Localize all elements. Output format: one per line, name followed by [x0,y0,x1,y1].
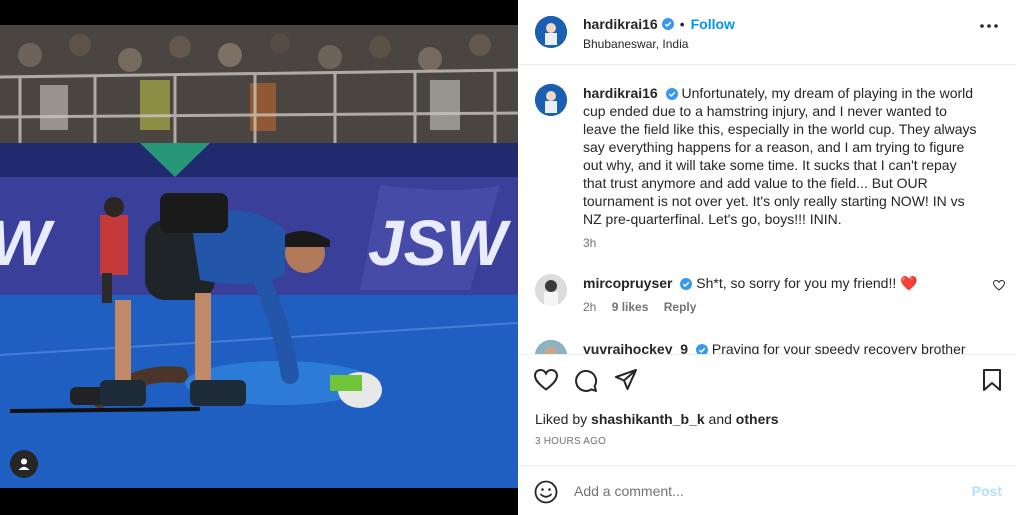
comment-likes[interactable]: 9 likes [612,300,649,314]
liked-by-text: Liked by shashikanth_b_k and others [535,411,779,427]
user-tag-button[interactable] [10,450,38,478]
user-tag-icon [18,458,30,470]
caption-text-container: hardikrai16 Unfortunately, my dream of p… [583,84,983,228]
post-photo-image: JSW W [0,25,518,488]
bookmark-icon[interactable] [982,369,1002,391]
post-header: hardikrai16 • Follow Bhubaneswar, India [518,0,1016,65]
comments-section[interactable]: hardikrai16 Unfortunately, my dream of p… [518,66,1016,354]
liked-by-user-link[interactable]: shashikanth_b_k [591,411,705,427]
add-comment-bar: Post [518,465,1016,515]
post-photo-panel: JSW W [0,0,518,515]
liked-by-others-link[interactable]: others [736,411,779,427]
liked-by-and: and [708,411,732,427]
separator-dot: • [679,16,685,32]
post-location[interactable]: Bhubaneswar, India [583,37,688,51]
comment-text-container: mircopruyser Sh*t, so sorry for you my f… [583,274,918,292]
banner-text: JSW [368,207,511,279]
add-comment-input[interactable] [574,480,954,502]
heart-icon[interactable] [534,369,558,391]
comment-text-container: yuvraihockey_9 Praying for your speedy r… [583,340,966,354]
post-actions: Liked by shashikanth_b_k and others 3 HO… [518,354,1016,464]
comment-reply-button[interactable]: Reply [664,300,697,314]
caption-username[interactable]: hardikrai16 [583,85,658,101]
comment-icon[interactable] [574,369,598,393]
author-avatar[interactable] [535,16,567,48]
svg-text:W: W [0,207,55,279]
comment-like-heart-icon[interactable] [993,280,1005,291]
post-comment-button[interactable]: Post [972,483,1002,499]
comment-meta: 2h 9 likes Reply [583,300,708,314]
comment-timestamp: 2h [583,300,597,314]
verified-badge-icon [680,278,693,290]
red-heart-emoji: ❤️ [900,275,918,291]
author-username[interactable]: hardikrai16 [583,16,658,32]
post-photo[interactable]: JSW W [0,25,518,488]
comment-avatar[interactable] [535,340,567,354]
verified-badge-icon [661,18,674,30]
emoji-icon[interactable] [534,480,558,504]
comment-username[interactable]: yuvraihockey_9 [583,341,688,354]
caption-text: Unfortunately, my dream of playing in th… [583,85,977,227]
verified-badge-icon [665,88,678,100]
comment-text: Praying for your speedy recovery brother [711,341,966,354]
post-time-ago[interactable]: 3 HOURS AGO [535,436,606,447]
caption-author-avatar[interactable] [535,84,567,116]
more-options-icon[interactable] [980,24,998,28]
liked-by-prefix: Liked by [535,411,588,427]
caption-timestamp: 3h [583,236,597,250]
comment-text: Sh*t, so sorry for you my friend!! [696,275,897,291]
header-title-row: hardikrai16 • Follow [583,16,735,32]
follow-button[interactable]: Follow [691,16,735,32]
comment-avatar[interactable] [535,274,567,306]
comment-username[interactable]: mircopruyser [583,275,672,291]
verified-badge-icon [695,344,708,354]
action-icons-row [534,369,638,393]
share-icon[interactable] [614,369,638,391]
post-side-panel: hardikrai16 • Follow Bhubaneswar, India … [518,0,1016,515]
